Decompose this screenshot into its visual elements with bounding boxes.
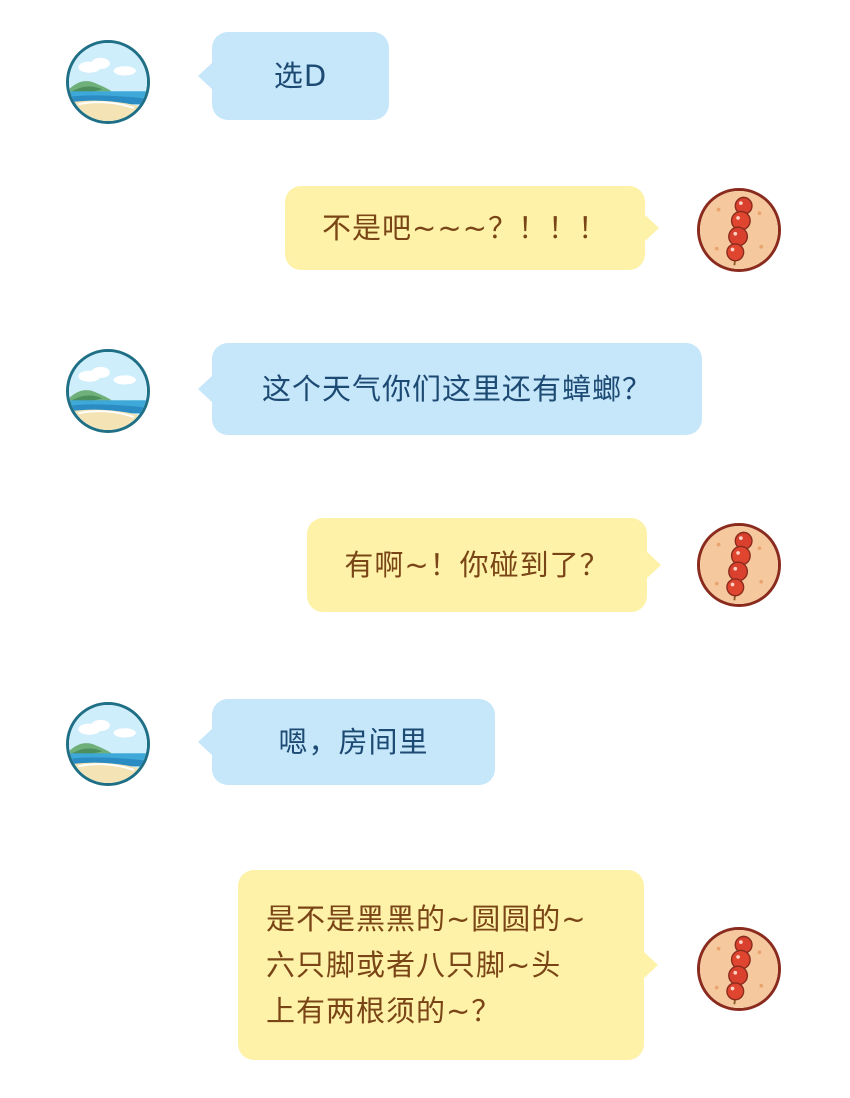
message-bubble: 这个天气你们这里还有蟑螂？ (198, 343, 702, 435)
message-text: 嗯，房间里 (278, 725, 429, 759)
message-bubble: 是不是黑黑的~圆圆的~ 六只脚或者八只脚~头 上有两根须的~？ (238, 870, 658, 1060)
message-line: 上有两根须的~？ (266, 994, 502, 1028)
message-text: 不是吧~~~？！！！ (322, 211, 608, 245)
message-line: 六只脚或者八只脚~头 (266, 948, 562, 982)
message-bubble: 嗯，房间里 (198, 699, 495, 785)
candied-haws-avatar-icon (697, 523, 781, 607)
message-bubble: 选D (198, 32, 389, 120)
candied-haws-avatar-icon (697, 927, 781, 1011)
message-text: 选D (273, 59, 328, 93)
message-bubble: 有啊~！你碰到了？ (307, 518, 661, 612)
beach-avatar-icon (66, 702, 150, 786)
beach-avatar-icon (66, 40, 150, 124)
message-text: 有啊~！你碰到了？ (344, 548, 610, 582)
message-bubble: 不是吧~~~？！！！ (285, 186, 659, 270)
message-line: 是不是黑黑的~圆圆的~ (266, 902, 587, 936)
message-text: 这个天气你们这里还有蟑螂？ (261, 372, 652, 406)
beach-avatar-icon (66, 349, 150, 433)
candied-haws-avatar-icon (697, 188, 781, 272)
